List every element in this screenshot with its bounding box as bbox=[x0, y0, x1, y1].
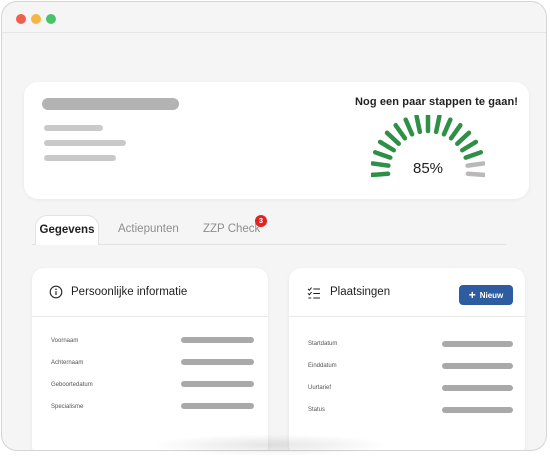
field-label-status: Status bbox=[308, 407, 326, 413]
maximize-window-button[interactable] bbox=[46, 14, 56, 24]
gauge-segment-filled bbox=[377, 139, 397, 153]
personal-info-title: Persoonlijke informatie bbox=[71, 286, 188, 298]
field-value-placeholder bbox=[442, 363, 513, 369]
checklist-icon bbox=[307, 287, 320, 299]
detail-placeholder-2 bbox=[44, 140, 126, 146]
progress-percentage: 85% bbox=[413, 160, 443, 177]
window-titlebar bbox=[2, 2, 546, 32]
field-value-placeholder bbox=[442, 407, 513, 413]
personal-info-card: Persoonlijke informatie Voornaam Achtern… bbox=[32, 268, 268, 450]
gauge-segment-filled bbox=[393, 123, 408, 141]
gauge-segment-filled bbox=[441, 117, 453, 137]
tab-zzp-check[interactable]: ZZP Check bbox=[203, 215, 260, 245]
profile-summary-card: Nog een paar stappen te gaan! 85% bbox=[24, 82, 529, 199]
field-label-startdatum: Startdatum bbox=[308, 341, 338, 347]
gauge-segment-filled bbox=[371, 171, 391, 178]
notification-badge: 3 bbox=[255, 215, 267, 227]
field-value-placeholder bbox=[181, 359, 254, 365]
field-value-placeholder bbox=[181, 337, 254, 343]
field-value-placeholder bbox=[442, 341, 513, 347]
field-value-placeholder bbox=[181, 381, 254, 387]
gauge-segment-filled bbox=[459, 139, 479, 153]
app-window: Nog een paar stappen te gaan! 85% Gegeve… bbox=[1, 1, 547, 451]
close-window-button[interactable] bbox=[16, 14, 26, 24]
placements-card: Plaatsingen + Nieuw Startdatum Einddatum… bbox=[289, 268, 525, 450]
plus-icon: + bbox=[468, 288, 476, 302]
gauge-segment-filled bbox=[384, 130, 401, 146]
progress-gauge: 85% bbox=[371, 115, 485, 178]
detail-placeholder-1 bbox=[44, 125, 103, 131]
gauge-segment-filled bbox=[448, 123, 463, 141]
field-label-einddatum: Einddatum bbox=[308, 363, 337, 369]
gauge-segment-filled bbox=[463, 150, 484, 160]
name-placeholder bbox=[42, 98, 179, 110]
gauge-segment-filled bbox=[455, 130, 472, 146]
gauge-segment-filled bbox=[371, 161, 391, 168]
field-value-placeholder bbox=[442, 385, 513, 391]
field-label-voornaam: Voornaam bbox=[51, 338, 79, 344]
gauge-segment-empty bbox=[465, 171, 485, 178]
field-label-uurtarief: Uurtarief bbox=[308, 385, 332, 391]
new-button-label: Nieuw bbox=[479, 290, 504, 300]
info-circle-icon bbox=[49, 285, 63, 299]
gauge-segment-filled bbox=[372, 150, 393, 160]
window-shadow bbox=[150, 434, 390, 456]
gauge-segment-filled bbox=[433, 115, 442, 135]
progress-message: Nog een paar stappen te gaan! bbox=[355, 96, 519, 108]
tab-bar: Gegevens Actiepunten ZZP Check 3 bbox=[32, 215, 506, 245]
detail-placeholder-3 bbox=[44, 155, 116, 161]
gauge-segment-empty bbox=[465, 161, 485, 168]
field-value-placeholder bbox=[181, 403, 254, 409]
personal-info-header: Persoonlijke informatie bbox=[32, 268, 268, 317]
field-label-specialisme: Specialisme bbox=[51, 404, 84, 410]
tab-gegevens[interactable]: Gegevens bbox=[35, 215, 99, 245]
field-label-geboortedatum: Geboortedatum bbox=[51, 382, 93, 388]
tab-actiepunten[interactable]: Actiepunten bbox=[118, 215, 179, 245]
placements-header: Plaatsingen + Nieuw bbox=[289, 268, 525, 317]
placements-title: Plaatsingen bbox=[330, 286, 391, 298]
titlebar-divider bbox=[2, 32, 546, 33]
field-label-achternaam: Achternaam bbox=[51, 360, 84, 366]
gauge-segment-filled bbox=[414, 115, 423, 135]
gauge-segment-filled bbox=[403, 117, 415, 137]
minimize-window-button[interactable] bbox=[31, 14, 41, 24]
new-placement-button[interactable]: + Nieuw bbox=[459, 285, 513, 305]
